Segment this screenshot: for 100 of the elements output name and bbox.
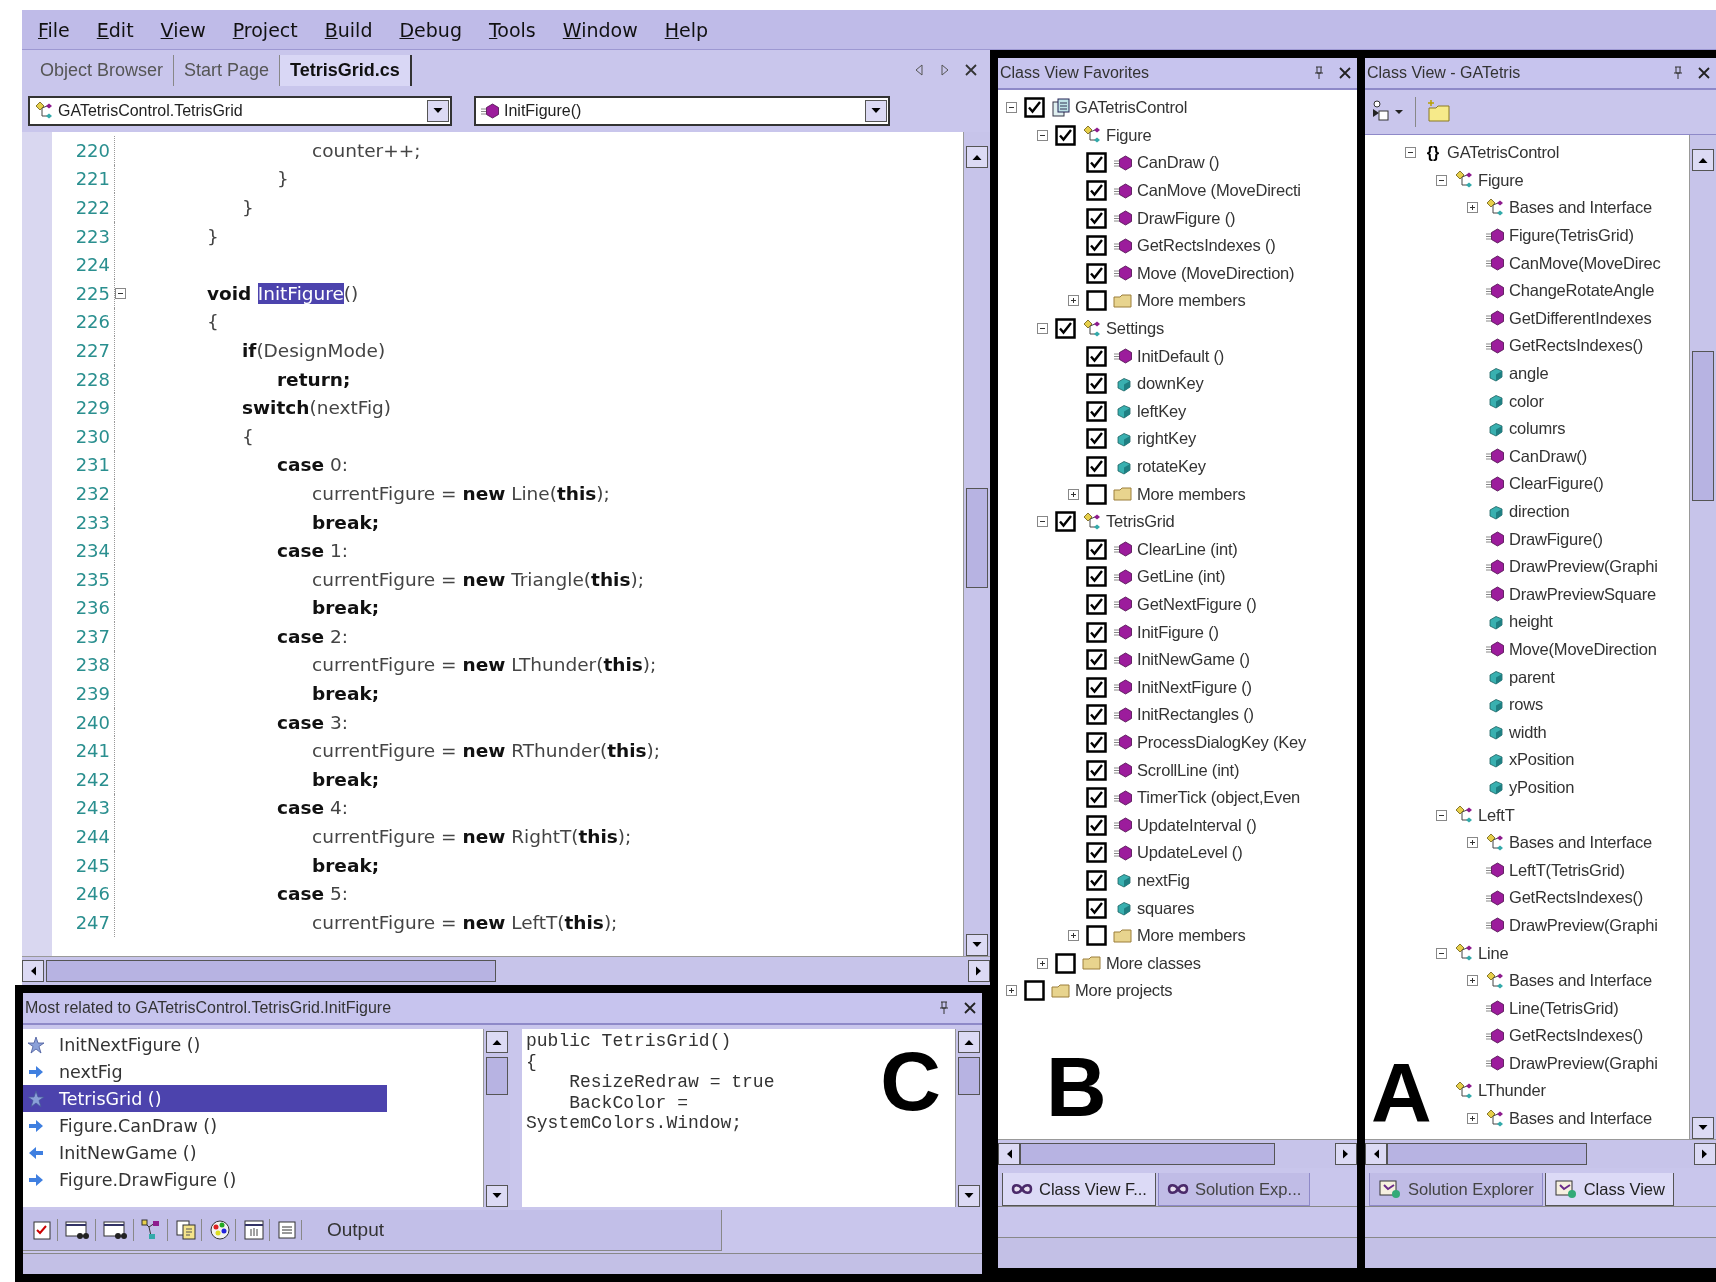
clipboard-icon[interactable] — [31, 1218, 58, 1241]
menu-item[interactable]: File — [38, 18, 70, 41]
tree-item[interactable]: DrawPreview(Graphi — [1509, 557, 1658, 577]
outline-toggle[interactable] — [115, 287, 126, 299]
related-item[interactable]: TetrisGrid () — [23, 1085, 387, 1112]
panel-tab[interactable]: Solution Explorer — [1369, 1173, 1543, 1206]
tree-item[interactable]: rows — [1509, 695, 1544, 715]
tree-toggle[interactable] — [1037, 516, 1048, 528]
tree-item[interactable]: GetRectsIndexes() — [1509, 1026, 1644, 1046]
panel-tab[interactable]: Solution Exp... — [1157, 1173, 1311, 1206]
tree-item[interactable]: Figure — [1106, 125, 1152, 145]
checkbox[interactable] — [1086, 207, 1107, 229]
scroll-thumb[interactable] — [1020, 1143, 1275, 1165]
related-item[interactable]: nextFig — [23, 1058, 387, 1085]
tree-item[interactable]: Bases and Interface — [1509, 971, 1652, 991]
tree-item[interactable]: leftKey — [1137, 401, 1187, 421]
output-tab[interactable]: Output — [327, 1218, 385, 1241]
checkbox[interactable] — [1086, 456, 1107, 477]
tree-toggle[interactable] — [1068, 295, 1079, 307]
tree-item[interactable]: Move (MoveDirection) — [1137, 263, 1295, 283]
close-icon[interactable] — [1339, 67, 1351, 79]
scroll-down-button[interactable] — [865, 100, 887, 122]
scroll-down-button[interactable] — [1692, 1117, 1714, 1139]
tree-item[interactable]: More classes — [1106, 953, 1201, 973]
checkbox[interactable] — [1086, 262, 1107, 284]
checkbox[interactable] — [1086, 373, 1107, 395]
tree-toggle[interactable] — [1006, 102, 1017, 114]
scroll-thumb[interactable] — [46, 960, 496, 982]
tree-item[interactable]: DrawPreview(Graphi — [1509, 1053, 1658, 1073]
close-icon[interactable] — [1698, 67, 1710, 79]
tree-item[interactable]: width — [1509, 722, 1547, 742]
menu-item[interactable]: Help — [664, 18, 709, 41]
tree-item[interactable]: LeftT — [1478, 805, 1515, 825]
tree-item[interactable]: TetrisGrid — [1106, 512, 1175, 532]
scroll-left-button[interactable] — [22, 960, 44, 982]
tree-toggle[interactable] — [1436, 947, 1447, 959]
checkbox[interactable] — [1086, 235, 1107, 257]
tree-item[interactable]: More members — [1137, 291, 1246, 311]
tree-item[interactable]: More projects — [1075, 981, 1173, 1001]
tree-toggle[interactable] — [1467, 1113, 1478, 1125]
tree-item[interactable]: ClearLine (int) — [1137, 539, 1238, 559]
tree-item[interactable]: DrawPreview(Graphi — [1509, 915, 1658, 935]
checkbox[interactable] — [1024, 980, 1045, 1002]
palette-icon[interactable] — [209, 1218, 236, 1241]
tree-toggle[interactable] — [1037, 129, 1048, 141]
list-icon[interactable] — [277, 1219, 302, 1240]
scroll-thumb[interactable] — [1692, 351, 1714, 501]
checkbox[interactable] — [1086, 869, 1107, 891]
checkbox[interactable] — [1086, 925, 1107, 947]
checkbox[interactable] — [1086, 897, 1107, 919]
panel-tab[interactable]: Class View — [1544, 1173, 1674, 1206]
member-dropdown[interactable]: InitFigure() — [474, 96, 890, 126]
tree-item[interactable]: parent — [1509, 667, 1555, 687]
tree-item[interactable]: CanMove(MoveDirec — [1509, 253, 1661, 273]
checkbox[interactable] — [1086, 538, 1107, 560]
scroll-up-button[interactable] — [966, 146, 988, 168]
pin-icon[interactable] — [938, 1001, 950, 1015]
scroll-left-button[interactable] — [1365, 1143, 1387, 1165]
document-tab[interactable]: TetrisGrid.cs — [280, 54, 412, 86]
tree-item[interactable]: UpdateLevel () — [1137, 843, 1243, 863]
tree-toggle[interactable] — [1037, 323, 1048, 335]
tree-item[interactable]: Line(TetrisGrid) — [1509, 998, 1619, 1018]
related-item[interactable]: Figure.DrawFigure () — [23, 1166, 387, 1193]
vertical-scrollbar[interactable] — [955, 1029, 982, 1207]
horizontal-scrollbar[interactable] — [1365, 1139, 1716, 1168]
tree-item[interactable]: CanDraw () — [1137, 153, 1220, 173]
menu-item[interactable]: Edit — [96, 18, 134, 41]
tree-item[interactable]: squares — [1137, 898, 1195, 918]
tree-item[interactable]: GetRectsIndexes() — [1509, 336, 1644, 356]
tree-item[interactable]: Figure — [1478, 170, 1524, 190]
menu-item[interactable]: Window — [562, 18, 638, 41]
tree-item[interactable]: GetLine (int) — [1137, 567, 1226, 587]
checkbox[interactable] — [1055, 511, 1076, 533]
tree-item[interactable]: rotateKey — [1137, 457, 1206, 476]
tree-item[interactable]: InitFigure () — [1137, 622, 1219, 642]
related-item[interactable]: Figure.CanDraw () — [23, 1112, 387, 1139]
tree-item[interactable]: DrawFigure () — [1137, 208, 1236, 228]
tree-item[interactable]: ProcessDialogKey (Key — [1137, 732, 1307, 752]
tree-item[interactable]: InitRectangles () — [1137, 705, 1254, 725]
menu-item[interactable]: Project — [232, 18, 298, 41]
tree-item[interactable]: GATetrisControl — [1447, 143, 1560, 163]
window-icon[interactable] — [243, 1218, 270, 1241]
scroll-thumb[interactable] — [1387, 1143, 1587, 1165]
checkbox[interactable] — [1086, 483, 1107, 505]
document-icon[interactable] — [175, 1218, 202, 1241]
tree-item[interactable]: height — [1509, 612, 1553, 632]
tree-toggle[interactable] — [1467, 202, 1478, 214]
close-icon[interactable] — [964, 63, 978, 77]
tree-item[interactable]: GetRectsIndexes() — [1509, 888, 1644, 908]
tree-item[interactable]: downKey — [1137, 374, 1204, 394]
tree-toggle[interactable] — [1037, 957, 1048, 969]
tree-item[interactable]: DrawFigure() — [1509, 529, 1603, 549]
tree-item[interactable]: GetRectsIndexes () — [1137, 236, 1276, 256]
menu-item[interactable]: View — [160, 18, 206, 41]
tree-item[interactable]: Move(MoveDirection — [1509, 640, 1657, 659]
tree-item[interactable]: ClearFigure() — [1509, 474, 1604, 494]
tree-item[interactable]: UpdateInterval () — [1137, 815, 1257, 835]
scroll-up-button[interactable] — [486, 1031, 508, 1053]
tree-item[interactable]: direction — [1509, 502, 1570, 521]
tree-item[interactable]: DrawPreviewSquare — [1509, 584, 1656, 604]
